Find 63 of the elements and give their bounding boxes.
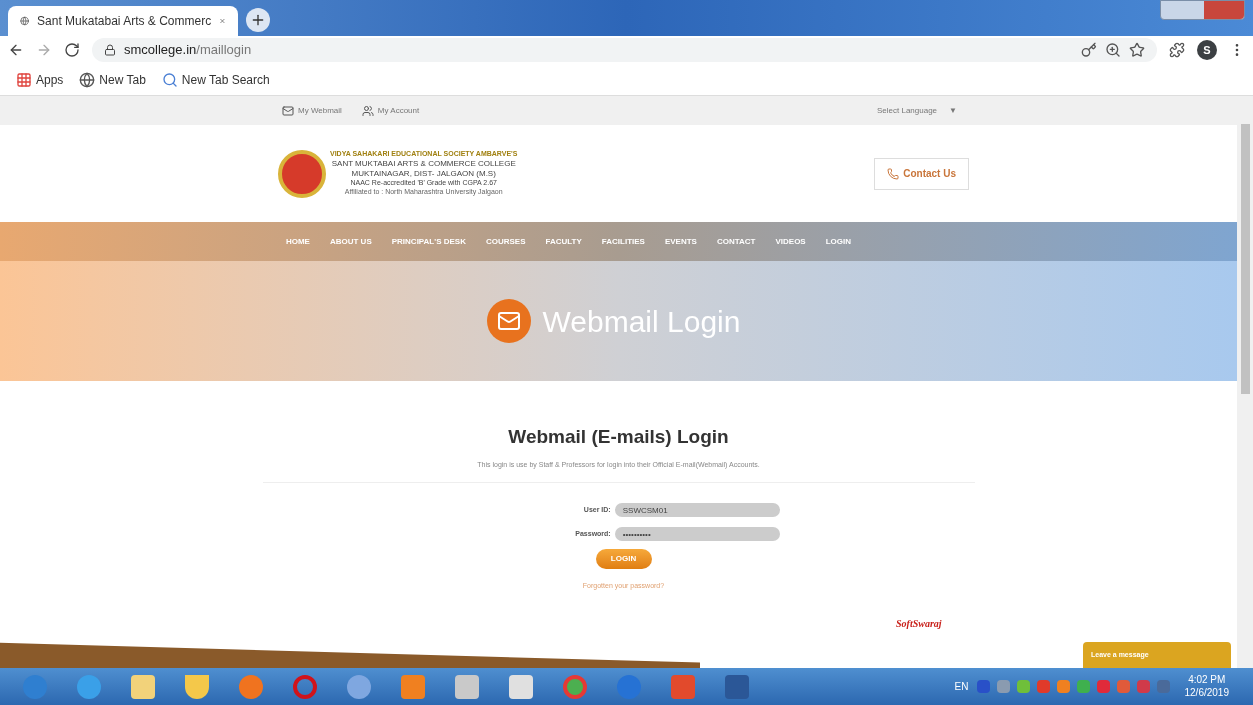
clock-time[interactable]: 4:02 PM: [1188, 674, 1226, 687]
tab-title: Sant Mukatabai Arts & Commerc: [37, 13, 212, 30]
nav-link[interactable]: EVENTS: [664, 235, 697, 248]
login-heading: Webmail (E-mails) Login: [508, 425, 729, 449]
college-emblem: [278, 149, 326, 198]
reload-icon[interactable]: [64, 42, 80, 58]
college-name: SANT MUKTABAI ARTS & COMMERCE COLLEGE: [331, 159, 516, 170]
browser-tab[interactable]: Sant Mukatabai Arts & Commerc: [8, 6, 238, 36]
tray-icon[interactable]: [1116, 680, 1130, 693]
apps-grid-icon: [16, 71, 32, 88]
nav-link[interactable]: HOME: [285, 235, 310, 248]
nav-link[interactable]: PRINCIPAL'S DESK: [391, 235, 466, 248]
tray-icon[interactable]: [1076, 680, 1090, 693]
login-button[interactable]: LOGIN: [595, 549, 652, 569]
bookmark-link[interactable]: New Tab Search: [181, 70, 270, 89]
clock-date[interactable]: 12/6/2019: [1184, 686, 1229, 699]
address-field[interactable]: smcollege.in/maillogin: [92, 38, 1157, 62]
key-icon[interactable]: [1081, 42, 1097, 58]
bookmark-link[interactable]: New Tab: [99, 70, 146, 89]
partner-logo: SoftSwaraj: [896, 617, 942, 631]
top-link[interactable]: My Account: [377, 104, 420, 117]
tray-icon[interactable]: [976, 680, 990, 693]
language-select[interactable]: Select Language ▼: [877, 104, 957, 117]
tray-icon[interactable]: [1056, 680, 1070, 693]
language-indicator[interactable]: EN: [954, 679, 969, 694]
new-tab-button[interactable]: [246, 8, 270, 32]
nav-link[interactable]: ABOUT US: [329, 235, 372, 248]
shield-icon[interactable]: [185, 674, 209, 699]
tray-icon[interactable]: [996, 680, 1010, 693]
nav-link[interactable]: CONTACT: [716, 235, 756, 248]
top-link[interactable]: My Webmail: [298, 104, 342, 117]
input-field[interactable]: ••••••••••: [614, 527, 780, 541]
profile-avatar[interactable]: S: [1197, 40, 1217, 60]
zoom-icon[interactable]: [1105, 42, 1121, 58]
input-field[interactable]: SSWCSM01: [614, 503, 780, 517]
tray-icon[interactable]: [1156, 680, 1170, 693]
envelope-badge-icon: [486, 299, 531, 343]
extension-icon[interactable]: [1169, 42, 1185, 58]
lock-icon: [104, 44, 116, 56]
search-icon: [161, 71, 178, 88]
nav-link[interactable]: VIDEOS: [775, 235, 806, 248]
nav-link[interactable]: LOGIN: [825, 235, 852, 248]
tray-icon[interactable]: [1136, 680, 1150, 693]
mail-icon: [282, 104, 294, 117]
star-icon[interactable]: [1129, 42, 1145, 58]
window-controls[interactable]: [1160, 0, 1245, 20]
contact-us-button[interactable]: Contact Us: [874, 157, 969, 190]
url-text: smcollege.in/maillogin: [124, 41, 252, 60]
phone-icon: [887, 167, 900, 180]
users-icon: [361, 104, 374, 117]
college-place: MUKTAINAGAR, DIST- JALGAON (M.S): [351, 169, 496, 180]
tray-icon[interactable]: [1036, 680, 1050, 693]
bookmark-link[interactable]: Apps: [36, 70, 64, 89]
tray-icon[interactable]: [1016, 680, 1030, 693]
globe-icon: [79, 71, 96, 88]
tray-icon[interactable]: [1096, 680, 1110, 693]
scrollbar[interactable]: [1237, 96, 1253, 668]
nav-link[interactable]: COURSES: [485, 235, 526, 248]
folder-icon[interactable]: [131, 674, 155, 699]
plus-icon: [250, 12, 266, 28]
nav-link[interactable]: FACILITIES: [601, 235, 645, 248]
nav-link[interactable]: FACULTY: [545, 235, 582, 248]
forward-arrow-icon[interactable]: [36, 42, 52, 58]
